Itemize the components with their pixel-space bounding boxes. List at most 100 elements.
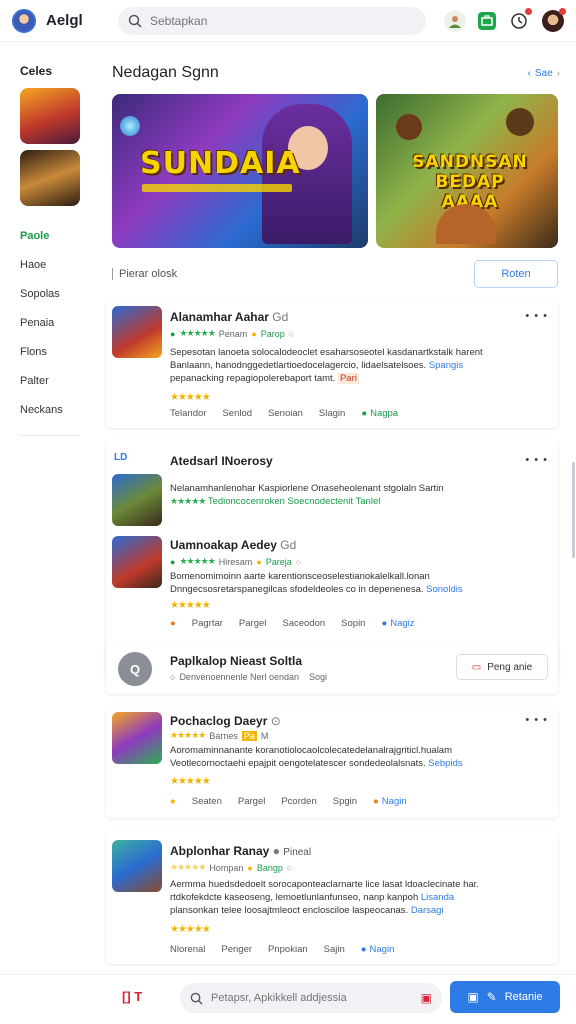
game-meta-5: ★★★★★ Hompan ● Bangp ○ bbox=[170, 862, 293, 873]
game-title-4: Pochaclog Daeyr ⊙ bbox=[170, 714, 281, 728]
download-icon: ● bbox=[360, 944, 367, 955]
filter-label: Pierar olosk bbox=[112, 268, 177, 280]
download-button-5[interactable]: ● Nagin bbox=[361, 944, 395, 955]
profile-icon[interactable] bbox=[444, 9, 466, 32]
primary-action-button[interactable]: ▣ ✎ Retanie bbox=[450, 981, 560, 1013]
more-menu-icon[interactable]: • • • bbox=[525, 714, 548, 726]
avatar-badge bbox=[559, 7, 566, 15]
game-actions-5: Nlorenal Penger Pnpokian Sajin ● Nagin bbox=[170, 944, 395, 955]
promo-title: Paplkalop Nieast Soltla bbox=[170, 654, 303, 668]
game-desc-3: Bomenomimoinn aarte karentionsceoselesti… bbox=[170, 571, 463, 595]
game-icon-2 bbox=[112, 474, 162, 526]
filter-button[interactable]: Roten bbox=[474, 260, 558, 288]
bottom-search-bar[interactable]: ▣ bbox=[180, 983, 442, 1013]
coin-icon: ● bbox=[247, 862, 253, 873]
desc-link-1[interactable]: Spangis bbox=[429, 360, 463, 371]
sidebar-item-2[interactable]: Haoe bbox=[20, 251, 96, 280]
coin-icon: ● bbox=[256, 556, 262, 567]
sidebar-item-6[interactable]: Palter bbox=[20, 367, 96, 396]
notifications-icon[interactable] bbox=[508, 7, 532, 32]
sidebar-item-3[interactable]: Sopolas bbox=[20, 280, 96, 309]
sidebar-game-thumb-1[interactable] bbox=[20, 88, 80, 144]
verified-icon: ● bbox=[170, 328, 176, 339]
filter-row: Pierar olosk Roten bbox=[112, 260, 558, 288]
sidebar-heading: Celes bbox=[20, 64, 53, 78]
promo-card[interactable]: Q Paplkalop Nieast Soltla ○ Denvenoennen… bbox=[106, 642, 558, 694]
app-logo-avatar[interactable] bbox=[12, 8, 36, 33]
scrollbar-thumb[interactable] bbox=[572, 462, 575, 558]
image-icon: ▣ bbox=[467, 990, 479, 1004]
search-input[interactable] bbox=[150, 13, 400, 28]
rating-stars-5: ★★★★★ bbox=[170, 924, 211, 935]
game-title-3: Uamnoakap Aedey Gd bbox=[170, 538, 297, 552]
download-icon: ● bbox=[373, 796, 379, 807]
sidebar-divider bbox=[20, 435, 80, 436]
bottom-left-action[interactable]: [] T bbox=[122, 989, 142, 1004]
bookmark-icon: ▭ bbox=[471, 661, 482, 673]
edit-icon: ✎ bbox=[486, 990, 497, 1004]
promo-button[interactable]: ▭ Peng anie bbox=[456, 654, 548, 680]
info-icon: ○ bbox=[295, 556, 302, 567]
game-title-5: Abplonhar Ranay ● Pineal bbox=[170, 844, 312, 858]
banner-2-title: SANDNSAN BEDAP AAAA bbox=[412, 152, 528, 212]
main-content: Nedagan Sgnn ‹ Sae › SUNDAIA SANDNSAN BE… bbox=[104, 42, 564, 978]
sidebar-item-4[interactable]: Penaia bbox=[20, 309, 96, 338]
promo-subtitle: ○ Denvenoennenle Nerl oendan Sogi bbox=[170, 672, 328, 682]
download-icon: ● bbox=[381, 618, 388, 629]
section-header: Atedsarl INoerosy bbox=[170, 454, 273, 468]
chevron-right-icon: › bbox=[556, 68, 560, 79]
rating-stars-3: ★★★★★ bbox=[170, 600, 211, 611]
see-more-link[interactable]: ‹ Sae › bbox=[528, 68, 560, 79]
game-icon-3 bbox=[112, 536, 162, 588]
calendar-icon[interactable]: ▣ bbox=[421, 991, 432, 1005]
game-card-5[interactable]: Abplonhar Ranay ● Pineal ★★★★★ Hompan ● … bbox=[106, 832, 558, 964]
rating-stars-4: ★★★★★ bbox=[170, 776, 211, 787]
more-menu-icon[interactable]: • • • bbox=[525, 310, 548, 322]
sidebar-item-1[interactable]: Paole bbox=[20, 222, 96, 251]
game-actions-1: Telandor Senlod Senoian Slagin ● Nagpa bbox=[170, 408, 399, 419]
featured-banner-2[interactable]: SANDNSAN BEDAP AAAA bbox=[376, 94, 558, 248]
game-icon-4 bbox=[112, 712, 162, 764]
download-button-1[interactable]: ● Nagpa bbox=[361, 408, 398, 419]
notification-dot bbox=[525, 7, 532, 15]
game-card-4[interactable]: Pochaclog Daeyr ⊙ ★★★★★ Barnes Pa M Aoro… bbox=[106, 706, 558, 818]
sidebar-item-5[interactable]: Flons bbox=[20, 338, 96, 367]
game-desc-4: Aoromaminnanante koranotiolocaolcolecate… bbox=[170, 745, 463, 769]
section-title: Nedagan Sgnn bbox=[112, 64, 219, 81]
section-logo-icon: LD bbox=[114, 452, 128, 463]
search-icon bbox=[128, 14, 142, 28]
featured-banner-1[interactable]: SUNDAIA bbox=[112, 94, 368, 248]
rating-stars-1: ★★★★★ bbox=[170, 392, 211, 403]
download-button-3[interactable]: ● Nagiz bbox=[381, 618, 414, 629]
more-menu-icon[interactable]: • • • bbox=[525, 454, 548, 466]
game-icon-1 bbox=[112, 306, 162, 358]
bottom-search-input[interactable] bbox=[211, 992, 411, 1004]
search-bar[interactable] bbox=[118, 6, 426, 35]
game-meta-1: ● ★★★★★ Penam ● Parop ○ bbox=[170, 328, 295, 339]
info-icon: ○ bbox=[288, 328, 295, 339]
download-button-4[interactable]: ● Nagin bbox=[373, 796, 407, 807]
game-desc-2a: Nelanamhanlenohar Kaspiorlene Onaseheole… bbox=[170, 483, 444, 507]
clock-icon: ○ bbox=[170, 672, 176, 682]
download-icon: ● bbox=[361, 408, 368, 419]
game-card-1[interactable]: Alanamhar Aahar Gd ● ★★★★★ Penam ● Parop… bbox=[106, 298, 558, 428]
game-meta-4: ★★★★★ Barnes Pa M bbox=[170, 730, 269, 741]
bottom-bar: [] T ▣ ▣ ✎ Retanie bbox=[0, 974, 576, 1024]
game-icon-5 bbox=[112, 840, 162, 892]
game-meta-3: ● ★★★★★ Hiresam ● Pareja ○ bbox=[170, 556, 302, 567]
user-avatar[interactable] bbox=[542, 7, 566, 32]
info-icon: ○ bbox=[286, 862, 293, 873]
game-title-1: Alanamhar Aahar Gd bbox=[170, 310, 289, 324]
info-icon: ● bbox=[272, 844, 280, 858]
verified-icon: ● bbox=[170, 556, 176, 567]
sidebar-game-thumb-2[interactable] bbox=[20, 150, 80, 206]
top-app-bar: Aelgl bbox=[0, 0, 576, 42]
coin-icon: ● bbox=[251, 328, 257, 339]
sidebar: Celes Paole Haoe Sopolas Penaia Flons Pa… bbox=[0, 42, 96, 982]
search-icon bbox=[190, 992, 203, 1005]
chevron-left-icon: ‹ bbox=[527, 68, 531, 79]
game-desc-1: Sepesotan lanoeta solocalodeoclet esahar… bbox=[170, 347, 483, 384]
sidebar-item-7[interactable]: Neckans bbox=[20, 396, 96, 425]
store-icon[interactable] bbox=[478, 11, 496, 30]
info-icon: ⊙ bbox=[270, 714, 281, 728]
